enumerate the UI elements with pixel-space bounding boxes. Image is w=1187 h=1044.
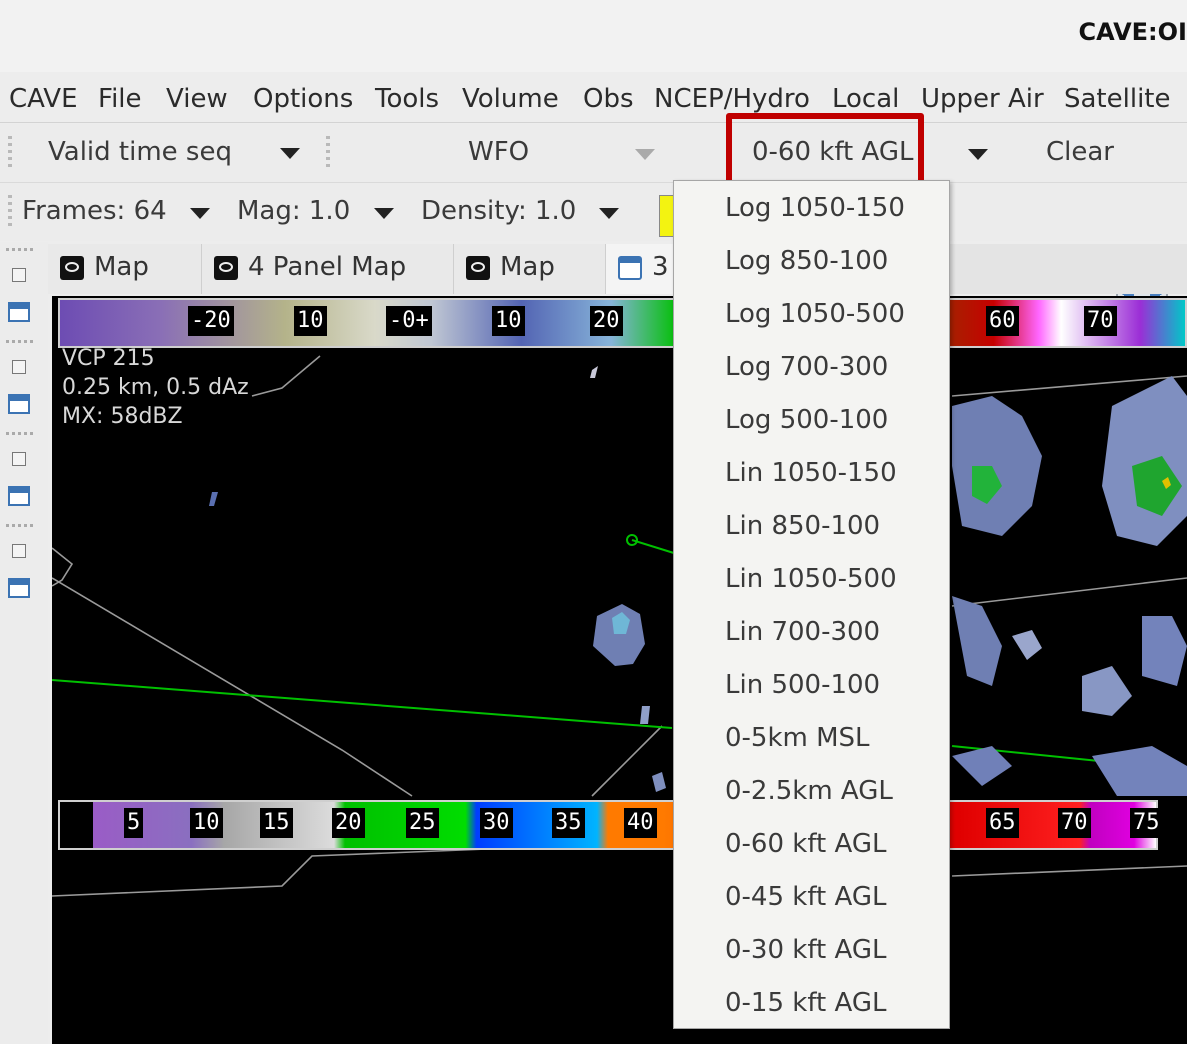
chevron-down-icon[interactable] (635, 149, 655, 160)
chevron-down-icon[interactable] (968, 149, 988, 160)
dropdown-item[interactable]: Lin 1050-500 (725, 564, 897, 594)
radar-vcp: VCP 215 (62, 346, 155, 371)
restore-icon[interactable] (12, 544, 26, 558)
colorbar-label: 35 (552, 808, 585, 838)
density-select[interactable]: Density: 1.0 (421, 196, 576, 226)
menu-cave[interactable]: CAVE (9, 84, 78, 114)
map-icon (214, 256, 238, 280)
chevron-down-icon[interactable] (280, 148, 300, 159)
highlight-box (726, 113, 924, 187)
colorbar-label: 20 (590, 306, 623, 336)
colorbar-label: 25 (406, 808, 439, 838)
editor-tabs: Map 4 Panel Map Map 3 (48, 244, 1187, 294)
restore-icon[interactable] (12, 360, 26, 374)
map-overlay (52, 355, 1187, 897)
dropdown-item[interactable]: Lin 500-100 (725, 670, 880, 700)
dropdown-item[interactable]: Lin 850-100 (725, 511, 880, 541)
dropdown-item[interactable]: 0-5km MSL (725, 723, 870, 753)
radar-display[interactable]: -20 10 -0+ 10 20 60 70 VCP 215 0.25 km, … (52, 296, 1187, 1044)
colorbar-label: 70 (1084, 306, 1117, 336)
scale-select[interactable]: WFO (468, 137, 529, 167)
time-seq-select[interactable]: Valid time seq (48, 137, 232, 167)
chevron-down-icon[interactable] (374, 208, 394, 219)
title-bar: CAVE:OI (0, 0, 1187, 72)
dbz-colorbar: 5 10 15 20 25 30 35 40 65 70 75 (58, 800, 1163, 850)
dropdown-item[interactable]: 0-2.5km AGL (725, 776, 893, 806)
panel-grip[interactable] (6, 248, 36, 251)
tab-map[interactable]: Map (48, 244, 202, 294)
window-icon[interactable] (8, 486, 30, 506)
dropdown-item[interactable]: Log 500-100 (725, 405, 888, 435)
tab-label: 3 (652, 252, 669, 282)
colorbar-label: 65 (986, 808, 1019, 838)
menu-bar: CAVE File View Options Tools Volume Obs … (0, 78, 1187, 123)
dropdown-item[interactable]: 0-30 kft AGL (725, 935, 886, 965)
colorbar-label: 5 (124, 808, 144, 838)
colorbar-label: 10 (492, 306, 525, 336)
panel-grip[interactable] (6, 432, 36, 435)
colorbar-label: 20 (332, 808, 365, 838)
colorbar-label: -20 (188, 306, 234, 336)
panel-grip[interactable] (6, 340, 36, 343)
dropdown-item[interactable]: 0-45 kft AGL (725, 882, 886, 912)
colorbar-label: 10 (190, 808, 223, 838)
toolbar-grip[interactable] (326, 136, 330, 170)
colorbar-label: 15 (260, 808, 293, 838)
tab-label: 4 Panel Map (248, 252, 407, 282)
dropdown-item[interactable]: Log 700-300 (725, 352, 888, 382)
window-icon (618, 256, 642, 280)
tab-label: Map (94, 252, 149, 282)
toolbar-grip[interactable] (8, 195, 12, 229)
dropdown-item[interactable]: Log 1050-150 (725, 193, 905, 223)
tab-4-panel-map[interactable]: 4 Panel Map (202, 244, 454, 294)
window-icon[interactable] (8, 394, 30, 414)
reflectivity-colorbar: -20 10 -0+ 10 20 60 70 (58, 298, 1187, 348)
left-panel-strip (0, 242, 48, 1044)
menu-view[interactable]: View (166, 84, 228, 114)
menu-options[interactable]: Options (253, 84, 353, 114)
window-icon[interactable] (8, 302, 30, 322)
menu-tools[interactable]: Tools (375, 84, 439, 114)
tab-map-2[interactable]: Map (454, 244, 606, 294)
map-icon (60, 256, 84, 280)
toolbar-primary: Valid time seq WFO 0-60 kft AGL Clear (0, 124, 1187, 303)
window-title: CAVE:OI (1078, 18, 1187, 46)
panel-grip[interactable] (6, 524, 36, 527)
menu-obs[interactable]: Obs (583, 84, 634, 114)
restore-icon[interactable] (12, 452, 26, 466)
frames-select[interactable]: Frames: 64 (22, 196, 167, 226)
dropdown-item[interactable]: Lin 700-300 (725, 617, 880, 647)
menu-upper-air[interactable]: Upper Air (921, 84, 1044, 114)
colorbar-label: 60 (986, 306, 1019, 336)
menu-volume[interactable]: Volume (462, 84, 559, 114)
colorbar-label: 75 (1130, 808, 1163, 838)
dropdown-item[interactable]: Log 850-100 (725, 246, 888, 276)
restore-icon[interactable] (12, 268, 26, 282)
radar-max: MX: 58dBZ (62, 404, 183, 429)
menu-file[interactable]: File (98, 84, 142, 114)
colorbar-label: -0+ (386, 306, 432, 336)
map-icon (466, 256, 490, 280)
dropdown-item[interactable]: Lin 1050-150 (725, 458, 897, 488)
dropdown-item[interactable]: 0-60 kft AGL (725, 829, 886, 859)
menu-satellite[interactable]: Satellite (1064, 84, 1171, 114)
colorbar-label: 70 (1058, 808, 1091, 838)
chevron-down-icon[interactable] (599, 208, 619, 219)
dropdown-item[interactable]: Log 1050-500 (725, 299, 905, 329)
chevron-down-icon[interactable] (190, 208, 210, 219)
clear-button[interactable]: Clear (1046, 137, 1114, 167)
menu-ncep-hydro[interactable]: NCEP/Hydro (654, 84, 810, 114)
toolbar-grip[interactable] (8, 136, 12, 170)
colorbar-label: 10 (294, 306, 327, 336)
height-dropdown-menu: Log 1050-150 Log 850-100 Log 1050-500 Lo… (673, 180, 950, 1029)
toolbar-secondary: Frames: 64 Mag: 1.0 Density: 1.0 (0, 183, 1187, 241)
colorbar-label: 40 (624, 808, 657, 838)
radar-resolution: 0.25 km, 0.5 dAz (62, 375, 249, 400)
colorbar-label: 30 (480, 808, 513, 838)
tab-label: Map (500, 252, 555, 282)
dropdown-item[interactable]: 0-15 kft AGL (725, 988, 886, 1018)
menu-local[interactable]: Local (832, 84, 899, 114)
window-icon[interactable] (8, 578, 30, 598)
mag-select[interactable]: Mag: 1.0 (237, 196, 350, 226)
